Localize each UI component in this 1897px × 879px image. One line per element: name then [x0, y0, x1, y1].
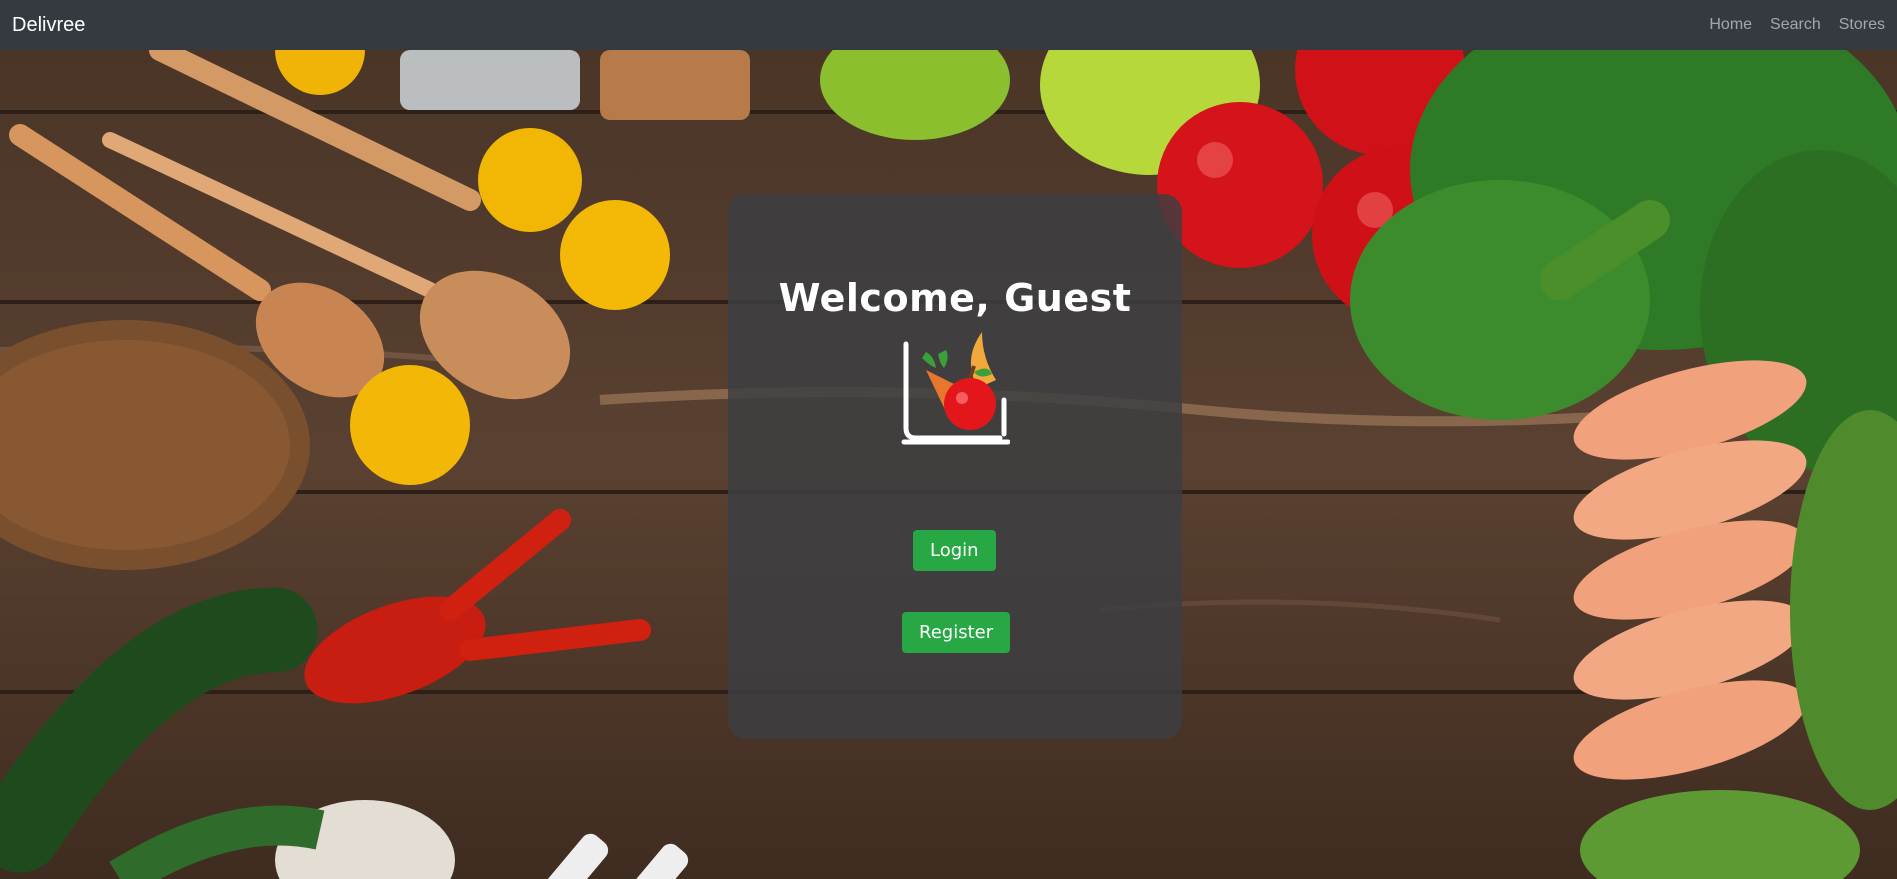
nav-link-search[interactable]: Search [1770, 16, 1821, 34]
top-navbar: Delivree Home Search Stores [0, 0, 1897, 50]
brand-logo-text[interactable]: Delivree [12, 14, 85, 37]
welcome-heading: Welcome, Guest [778, 276, 1132, 320]
grocery-basket-logo-icon [901, 332, 1010, 445]
register-button[interactable]: Register [902, 612, 1011, 653]
nav-link-stores[interactable]: Stores [1839, 16, 1885, 34]
welcome-card: Welcome, Guest Login Register [728, 194, 1182, 739]
hero-background: Welcome, Guest Login Register [0, 50, 1897, 879]
login-button[interactable]: Login [913, 530, 996, 571]
nav-links: Home Search Stores [1709, 16, 1885, 34]
nav-link-home[interactable]: Home [1709, 16, 1752, 34]
